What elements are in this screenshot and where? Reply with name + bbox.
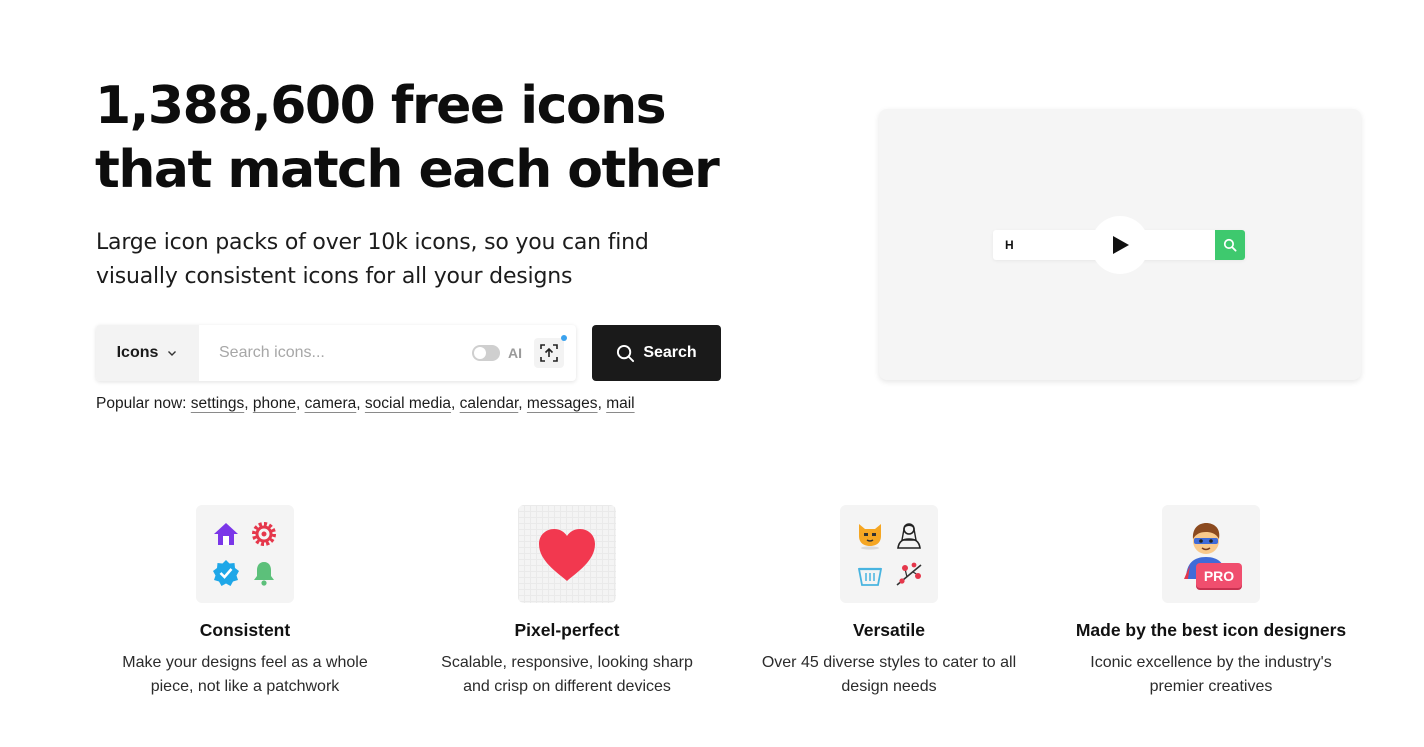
upload-image-button[interactable] [534,335,567,368]
search-icon [617,344,635,362]
feature-title: Consistent [199,620,291,640]
hero-subtitle-line1: Large icon packs of over 10k icons, so y… [96,230,649,255]
popular-link-mail[interactable]: mail [606,395,634,412]
feature-description-line2: piece, not like a patchwork [150,678,340,695]
popular-link-messages[interactable]: messages [527,395,598,412]
search-bar: Icons AI [96,325,576,381]
bell-icon [254,562,274,586]
popular-link-phone[interactable]: phone [253,395,296,412]
basket-icon [857,567,883,586]
feature-title: Made by the best icon designers [1075,620,1347,640]
feature-versatile: Versatile Over 45 diverse styles to cate… [739,505,1039,699]
search-button-label: Search [643,344,697,361]
feature-description-line2: and crisp on different devices [463,678,671,695]
feature-title: Pixel-perfect [514,620,620,640]
resource-type-dropdown[interactable]: Icons [96,325,199,381]
ai-toggle-knob [474,347,486,359]
feature-versatile-image [840,505,938,603]
popular-link-camera[interactable]: camera [305,395,357,412]
search-input[interactable] [199,325,472,381]
feature-description-line2: design needs [841,678,937,695]
ai-toggle-switch[interactable] [472,345,500,361]
feature-description: Iconic excellence by the industry's prem… [1061,651,1361,699]
play-icon [1113,236,1129,254]
feature-best-designers: PRO Made by the best icon designers Icon… [1061,505,1361,699]
feature-pixel-perfect-image [518,505,616,603]
home-icon [214,523,238,545]
hero-subtitle-line2: visually consistent icons for all your d… [96,264,573,289]
upload-icon [540,344,558,362]
feature-consistent: Consistent Make your designs feel as a w… [95,505,395,699]
resource-type-label: Icons [116,344,159,361]
feature-description: Scalable, responsive, looking sharp and … [417,651,717,699]
gear-icon [252,522,276,546]
feature-pixel-perfect: Pixel-perfect Scalable, responsive, look… [417,505,717,699]
hero-title-line2: that match each other [95,140,720,200]
play-button[interactable] [1091,216,1149,274]
demo-video[interactable]: H [879,109,1361,380]
feature-description-line1: Scalable, responsive, looking sharp [441,654,693,671]
feature-description-line1: Iconic excellence by the industry's [1090,654,1332,671]
new-feature-dot [561,335,567,341]
search-button[interactable]: Search [592,325,721,381]
feature-description: Make your designs feel as a whole piece,… [95,651,395,699]
heart-icon [539,529,595,581]
feature-description: Over 45 diverse styles to cater to all d… [739,651,1039,699]
person-outline-icon [897,523,921,549]
ai-toggle-label: AI [508,345,522,361]
search-icon [1223,238,1237,252]
feature-description-line2: premier creatives [1149,678,1273,695]
hero-title: 1,388,600 free icons that match each oth… [95,74,795,202]
demo-typed-text: H [1005,238,1014,252]
pro-badge: PRO [1196,563,1242,588]
popular-link-social-media[interactable]: social media [365,395,451,412]
hero-subtitle: Large icon packs of over 10k icons, so y… [96,226,736,294]
verified-badge-icon [213,560,239,586]
feature-consistent-image [196,505,294,603]
popular-searches: Popular now: settings, phone, camera, so… [96,395,635,412]
feature-description-line1: Make your designs feel as a whole [122,654,368,671]
popular-prefix: Popular now: [96,395,187,412]
demo-search-button [1215,230,1245,260]
feature-title: Versatile [853,620,925,640]
feature-description-line1: Over 45 diverse styles to cater to all [761,654,1017,671]
feature-best-designers-image: PRO [1162,505,1260,603]
hero-title-line1: 1,388,600 free icons [95,76,667,136]
popular-link-settings[interactable]: settings [191,395,244,412]
chevron-down-icon [168,351,177,356]
cherry-blossom-branch-icon [896,562,922,586]
cat-face-icon [859,524,881,550]
ai-toggle[interactable]: AI [472,345,522,361]
popular-link-calendar[interactable]: calendar [460,395,519,412]
